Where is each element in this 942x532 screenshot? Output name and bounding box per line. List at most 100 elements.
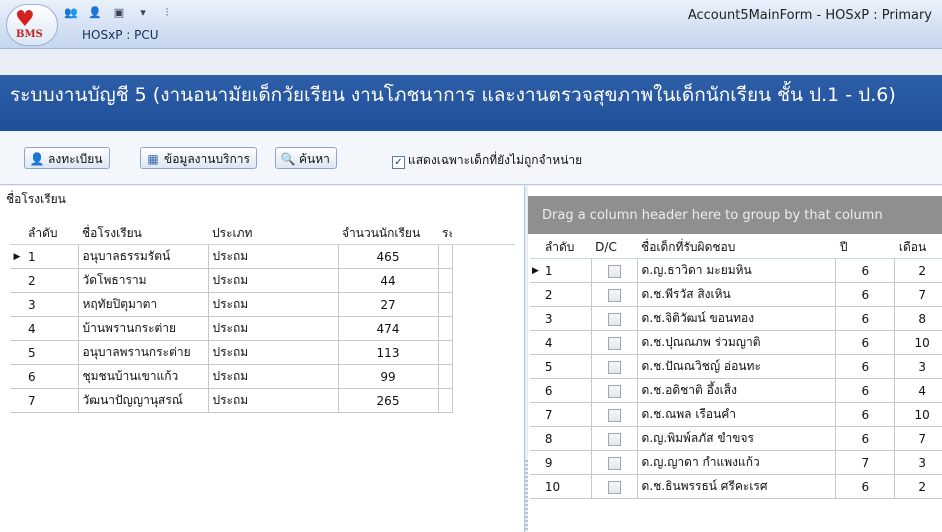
school-grid: ลำดับ ชื่อโรงเรียน ประเภท จำนวนนักเรียน … <box>10 222 515 413</box>
school-name: วัดโพธาราม <box>78 268 209 293</box>
school-row[interactable]: 2 วัดโพธาราม ประถม 44 <box>10 268 515 293</box>
student-no: 1 <box>540 258 592 283</box>
school-name: วัฒนาปัญญานุสรณ์ <box>78 388 209 413</box>
student-no: 5 <box>540 354 592 379</box>
dc-checkbox[interactable] <box>607 456 621 470</box>
school-no: 1 <box>24 244 79 269</box>
row-indicator <box>530 306 541 331</box>
dc-checkbox[interactable] <box>607 480 621 494</box>
student-month: 7 <box>894 282 942 307</box>
col-school-name[interactable]: ชื่อโรงเรียน <box>78 222 208 245</box>
school-type: ประถม <box>208 244 339 269</box>
dc-checkbox[interactable] <box>607 312 621 326</box>
school-row[interactable]: ▶ 1 อนุบาลธรรมรัตน์ ประถม 465 <box>10 244 515 269</box>
student-month: 2 <box>894 474 942 499</box>
student-row[interactable]: 8 ด.ญ.พิมพ์ลภัส ขำขจร 6 7 <box>530 426 942 451</box>
student-name: ด.ช.ปัณณวิชญ์ อ่อนทะ <box>637 354 837 379</box>
active-only-checkbox[interactable]: ✓ แสดงเฉพาะเด็กที่ยังไม่ถูกจำหน่าย <box>392 151 582 170</box>
school-no: 4 <box>24 316 79 341</box>
dc-cell <box>591 474 638 499</box>
col-student-no[interactable]: ลำดับ <box>540 236 592 259</box>
school-name: อนุบาลพรานกระต่าย <box>78 340 209 365</box>
student-row[interactable]: 10 ด.ช.ธินพรรธน์ ศรีคะเรศ 6 2 <box>530 474 942 499</box>
dc-cell <box>591 282 638 307</box>
heart-icon: ♥ <box>15 7 35 32</box>
col-student-count[interactable]: จำนวนนักเรียน <box>338 222 438 245</box>
app-subtitle: HOSxP : PCU <box>82 28 159 42</box>
users-icon[interactable]: 👥 <box>62 5 80 21</box>
student-month: 4 <box>894 378 942 403</box>
row-indicator <box>10 268 24 293</box>
dc-checkbox[interactable] <box>607 408 621 422</box>
student-row[interactable]: 3 ด.ช.จิติวัฒน์ ขอนทอง 6 8 <box>530 306 942 331</box>
dc-checkbox[interactable] <box>607 432 621 446</box>
row-indicator <box>10 316 24 341</box>
row-indicator <box>10 388 24 413</box>
dc-checkbox[interactable] <box>607 336 621 350</box>
student-month: 10 <box>894 330 942 355</box>
student-year: 6 <box>835 378 896 403</box>
school-extra <box>438 244 453 269</box>
save-icon[interactable]: ▣ <box>110 5 128 21</box>
add-user-icon: 👤 <box>29 152 45 166</box>
row-indicator <box>10 292 24 317</box>
register-button[interactable]: 👤 ลงทะเบียน <box>24 147 110 169</box>
row-indicator <box>530 330 541 355</box>
row-indicator <box>530 474 541 499</box>
student-name: ด.ช.อดิชาติ อึ้งเส็ง <box>637 378 837 403</box>
search-icon: 🔍 <box>280 152 296 166</box>
search-label: ค้นหา <box>299 152 330 166</box>
dc-checkbox[interactable] <box>607 384 621 398</box>
school-type: ประถม <box>208 268 339 293</box>
school-row[interactable]: 7 วัฒนาปัญญานุสรณ์ ประถม 265 <box>10 388 515 413</box>
student-no: 8 <box>540 426 592 451</box>
col-month[interactable]: เดือน <box>894 236 942 259</box>
student-row[interactable]: 6 ด.ช.อดิชาติ อึ้งเส็ง 6 4 <box>530 378 942 403</box>
col-school-type[interactable]: ประเภท <box>208 222 338 245</box>
student-no: 4 <box>540 330 592 355</box>
col-year[interactable]: ปี <box>835 236 895 259</box>
dc-cell <box>591 354 638 379</box>
student-month: 7 <box>894 426 942 451</box>
search-button[interactable]: 🔍 ค้นหา <box>275 147 337 169</box>
student-row[interactable]: 7 ด.ช.ณพล เรือนคำ 6 10 <box>530 402 942 427</box>
col-school-no[interactable]: ลำดับ <box>24 222 78 245</box>
student-count: 99 <box>338 364 439 389</box>
checkbox-check-icon[interactable]: ✓ <box>392 156 405 169</box>
student-row[interactable]: 5 ด.ช.ปัณณวิชญ์ อ่อนทะ 6 3 <box>530 354 942 379</box>
col-student-name[interactable]: ชื่อเด็กที่รับผิดชอบ <box>637 236 836 259</box>
dc-cell <box>591 258 638 283</box>
school-name: อนุบาลธรรมรัตน์ <box>78 244 209 269</box>
page-title: ระบบงานบัญชี 5 (งานอนามัยเด็กวัยเรียน งา… <box>10 84 896 106</box>
student-row[interactable]: 2 ด.ช.พีรวัส สิงเหิน 6 7 <box>530 282 942 307</box>
user-icon[interactable]: 👤 <box>86 5 104 21</box>
app-logo[interactable]: ♥ BMS <box>6 4 58 46</box>
col-dc[interactable]: D/C <box>591 236 638 259</box>
school-row[interactable]: 5 อนุบาลพรานกระต่าย ประถม 113 <box>10 340 515 365</box>
dc-checkbox[interactable] <box>607 264 621 278</box>
school-no: 2 <box>24 268 79 293</box>
school-blank <box>452 389 515 413</box>
service-label: ข้อมูลงานบริการ <box>164 152 250 166</box>
customize-icon[interactable]: ⫶ <box>158 5 176 21</box>
school-blank <box>452 269 515 293</box>
dc-cell <box>591 378 638 403</box>
service-data-button[interactable]: ▦ ข้อมูลงานบริการ <box>140 147 257 169</box>
student-row[interactable]: ▶ 1 ด.ญ.ธาวิดา มะยมหิน 6 2 <box>530 258 942 283</box>
group-by-hint: Drag a column header here to group by th… <box>542 208 883 223</box>
school-row[interactable]: 6 ชุมชนบ้านเขาแก้ว ประถม 99 <box>10 364 515 389</box>
school-type: ประถม <box>208 340 339 365</box>
student-month: 10 <box>894 402 942 427</box>
student-month: 2 <box>894 258 942 283</box>
dc-checkbox[interactable] <box>607 360 621 374</box>
dropdown-arrow-icon[interactable]: ▾ <box>134 5 152 21</box>
col-truncated[interactable]: ระ <box>438 222 452 245</box>
panel-splitter[interactable] <box>524 460 528 532</box>
school-row[interactable]: 4 บ้านพรานกระต่าย ประถม 474 <box>10 316 515 341</box>
student-row[interactable]: 4 ด.ช.ปุณณภพ ร่วมญาติ 6 10 <box>530 330 942 355</box>
school-row[interactable]: 3 หฤทัยปิตุมาตา ประถม 27 <box>10 292 515 317</box>
dc-checkbox[interactable] <box>607 288 621 302</box>
student-row[interactable]: 9 ด.ญ.ญาดา กำแพงแก้ว 7 3 <box>530 450 942 475</box>
student-name: ด.ญ.พิมพ์ลภัส ขำขจร <box>637 426 837 451</box>
student-count: 265 <box>338 388 439 413</box>
